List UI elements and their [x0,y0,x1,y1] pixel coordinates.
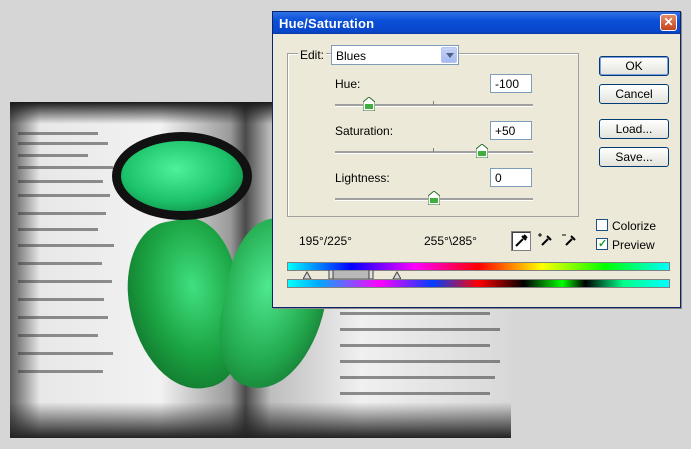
subtract-eyedropper-button[interactable] [560,231,580,251]
load-button[interactable]: Load... [599,119,669,139]
lightness-input[interactable]: 0 [490,168,532,187]
title-bar[interactable]: Hue/Saturation ✕ [273,12,680,34]
colorize-label[interactable]: Colorize [612,219,656,233]
preview-label[interactable]: Preview [612,238,655,252]
hue-label: Hue: [335,77,361,91]
cancel-button[interactable]: Cancel [599,84,669,104]
ok-button[interactable]: OK [599,56,669,76]
eyedropper-button[interactable] [511,231,531,251]
lightness-slider-thumb[interactable] [428,191,440,205]
save-button[interactable]: Save... [599,147,669,167]
saturation-slider-track[interactable] [335,151,533,154]
lightness-label: Lightness: [335,171,390,185]
close-icon: ✕ [663,15,674,29]
edit-channel-value: Blues [336,49,367,63]
colorize-checkbox[interactable] [596,219,608,231]
output-hue-bar [287,279,670,288]
saturation-label: Saturation: [335,124,394,138]
preview-checkbox[interactable]: ✓ [596,238,608,250]
dialog-title: Hue/Saturation [279,16,375,31]
checkmark-icon: ✓ [598,238,608,250]
add-eyedropper-button[interactable] [536,231,556,251]
hue-input[interactable]: -100 [490,74,532,93]
dropdown-arrow-icon[interactable] [441,47,457,63]
saturation-input[interactable]: +50 [490,121,532,140]
hue-saturation-dialog: Hue/Saturation ✕ Edit: Blues Hue: -100 S… [272,11,681,308]
hue-slider-thumb[interactable] [362,97,375,111]
saturation-slider-thumb[interactable] [475,144,488,158]
eyedropper-plus-icon [538,233,552,246]
edit-channel-select[interactable]: Blues [331,45,459,65]
close-button[interactable]: ✕ [660,14,677,31]
range-right-readout: 255°\285° [424,234,477,248]
eyedropper-minus-icon [562,234,576,246]
hue-range-selector[interactable] [303,270,401,279]
edit-label: Edit: [298,48,327,62]
eyedropper-icon [515,234,528,247]
green-lens [112,132,252,220]
range-left-readout: 195°/225° [299,234,352,248]
